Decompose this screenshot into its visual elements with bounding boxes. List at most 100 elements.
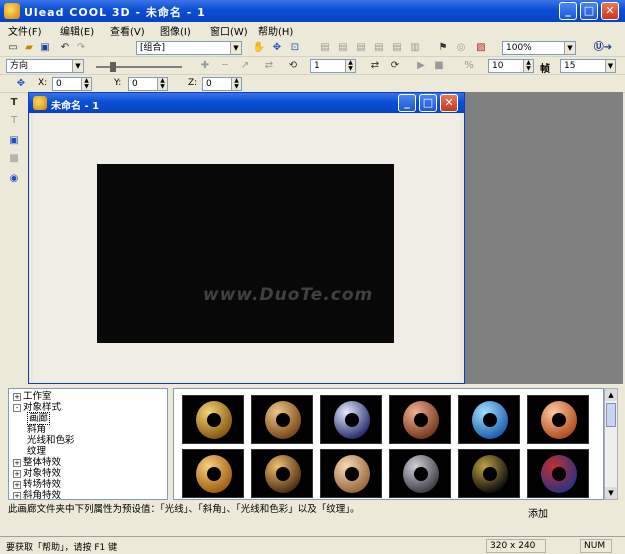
close-button[interactable]: ✕ xyxy=(601,2,619,20)
gallery-thumbnail-chrome-ring[interactable] xyxy=(320,395,382,444)
category-tree[interactable]: + 工作室 - 对象样式 画廊 斜角 光线和色彩 纹理 + 整体特效 + 对象特效 + 转场特效 + 斜角特效 xyxy=(8,388,168,501)
collapse-icon[interactable]: - xyxy=(13,403,21,412)
distribute-icon[interactable]: ▥ xyxy=(408,41,422,54)
slider-thumb[interactable] xyxy=(110,62,116,72)
position-icon[interactable]: ✥ xyxy=(14,77,28,90)
gallery-thumbnail-steel-ring[interactable] xyxy=(389,449,451,498)
z-stepper[interactable]: 0 ▲ ▼ xyxy=(202,77,242,91)
move-object-icon[interactable]: ✥ xyxy=(270,41,284,54)
status-bar: 要获取「帮助」，请按 F1 键 320 x 240 NUM xyxy=(0,536,625,554)
expand-icon[interactable]: + xyxy=(13,480,21,489)
minimize-button[interactable]: _ xyxy=(559,2,577,20)
gallery-thumbnail-amber-ring[interactable] xyxy=(182,449,244,498)
expand-icon[interactable]: + xyxy=(13,392,21,401)
gallery-thumbnail-dotted-ring[interactable] xyxy=(320,449,382,498)
expand-icon[interactable]: + xyxy=(13,458,21,467)
tree-item[interactable]: 光线和色彩 xyxy=(27,435,75,446)
doc-maximize-button[interactable]: □ xyxy=(419,94,437,112)
menu-help[interactable]: 帮助(H) xyxy=(258,23,293,38)
tree-item[interactable]: + 斜角特效 xyxy=(13,490,61,501)
edit-text-icon[interactable]: T xyxy=(7,114,21,127)
menu-view[interactable]: 查看(V) xyxy=(110,23,145,38)
gallery-thumbnail-copper-ring[interactable] xyxy=(389,395,451,444)
chevron-down-icon: ▼ xyxy=(605,60,615,72)
tree-item[interactable]: 斜角 xyxy=(27,424,46,435)
reverse-icon[interactable]: ⇄ xyxy=(262,59,276,72)
gallery-thumbnail-blue-ring[interactable] xyxy=(458,395,520,444)
doc-minimize-button[interactable]: _ xyxy=(398,94,416,112)
play-icon[interactable]: ▶ xyxy=(414,59,428,72)
spin-arrows-icon: ▲ ▼ xyxy=(345,60,355,72)
x-stepper[interactable]: 0 ▲ ▼ xyxy=(52,77,92,91)
frame-stepper[interactable]: 1 ▲ ▼ xyxy=(310,59,356,73)
remove-keyframe-icon[interactable]: ╌ xyxy=(218,59,232,72)
scroll-thumb[interactable] xyxy=(606,403,616,427)
select-icon[interactable]: ⊡ xyxy=(288,41,302,54)
align-center-icon[interactable]: ▤ xyxy=(336,41,350,54)
standard-toolbar: ▭ ▰ ▣ ↶ ↷ [组合] ▼ ✋ ✥ ⊡ ▤ ▤ ▤ ▤ ▤ ▥ ⚑ ◎ ▨… xyxy=(0,39,625,57)
fps-label: 帧 xyxy=(540,64,550,75)
swap-icon[interactable]: ⇄ xyxy=(368,59,382,72)
align-left-icon[interactable]: ▤ xyxy=(318,41,332,54)
stop-icon[interactable]: ■ xyxy=(432,59,446,72)
tree-item-label: 转场特效 xyxy=(23,479,62,490)
expand-icon[interactable]: + xyxy=(13,469,21,478)
expand-icon[interactable]: + xyxy=(13,491,21,500)
menu-edit[interactable]: 编辑(E) xyxy=(60,23,94,38)
open-folder-icon[interactable]: ▰ xyxy=(22,41,36,54)
value-a-stepper[interactable]: 10 ▲ ▼ xyxy=(488,59,534,73)
timeline-slider[interactable] xyxy=(96,59,182,73)
geometry-icon[interactable]: ◉ xyxy=(7,172,21,185)
direction-combo[interactable]: 方向 ▼ xyxy=(6,59,84,73)
scroll-down-icon[interactable]: ▼ xyxy=(605,487,617,499)
menu-image[interactable]: 图像(I) xyxy=(160,23,191,38)
tree-item[interactable]: 画廊 xyxy=(27,412,51,425)
gallery-thumbnail-patch-ring[interactable] xyxy=(527,449,589,498)
document-icon xyxy=(33,96,47,110)
value-b: 15 xyxy=(564,61,576,71)
align-top-icon[interactable]: ▤ xyxy=(372,41,386,54)
zoom-combo[interactable]: 100% ▼ xyxy=(502,41,576,55)
add-keyframe-icon[interactable]: ✚ xyxy=(198,59,212,72)
export-icon[interactable]: Ⓤ➔ xyxy=(588,41,618,54)
y-stepper[interactable]: 0 ▲ ▼ xyxy=(128,77,168,91)
insert-object-icon[interactable]: ▣ xyxy=(7,134,21,147)
doc-close-button[interactable]: ✕ xyxy=(440,94,458,112)
gallery-thumbnail-leopard-ring[interactable] xyxy=(251,449,313,498)
undo-icon[interactable]: ↶ xyxy=(58,41,72,54)
tree-item[interactable]: + 工作室 xyxy=(13,391,52,402)
save-icon[interactable]: ▣ xyxy=(38,41,52,54)
gallery-thumbnail-bronze-ring[interactable] xyxy=(251,395,313,444)
gallery-scrollbar[interactable]: ▲ ▼ xyxy=(604,388,618,500)
texture-icon[interactable]: ▨ xyxy=(474,41,488,54)
maximize-button[interactable]: □ xyxy=(580,2,598,20)
object-combo[interactable]: [组合] ▼ xyxy=(136,41,242,55)
menu-file[interactable]: 文件(F) xyxy=(8,23,42,38)
scroll-up-icon[interactable]: ▲ xyxy=(605,389,617,401)
text-tool-icon[interactable]: T xyxy=(7,96,21,109)
tree-item[interactable]: 纹理 xyxy=(27,446,46,457)
value-b-combo[interactable]: 15 ▼ xyxy=(560,59,616,73)
menu-window[interactable]: 窗口(W) xyxy=(210,23,248,38)
tree-item[interactable]: + 对象特效 xyxy=(13,468,61,479)
paint-icon[interactable]: ⚑ xyxy=(436,41,450,54)
align-right-icon[interactable]: ▤ xyxy=(354,41,368,54)
align-bottom-icon[interactable]: ▤ xyxy=(390,41,404,54)
redo-icon[interactable]: ↷ xyxy=(74,41,88,54)
gallery-thumbnail-starry-ring[interactable] xyxy=(458,449,520,498)
rotate-icon[interactable]: ⟳ xyxy=(388,59,402,72)
gallery-thumbnail-orange-ring[interactable] xyxy=(527,395,589,444)
bevel-icon[interactable]: ◎ xyxy=(454,41,468,54)
gallery-thumbnail-gold-ring[interactable] xyxy=(182,395,244,444)
tree-item[interactable]: + 转场特效 xyxy=(13,479,61,490)
tree-item-label: 纹理 xyxy=(27,446,47,457)
hand-icon[interactable]: ✋ xyxy=(252,41,266,54)
tree-item[interactable]: + 整体特效 xyxy=(13,457,61,468)
shape-tool-icon[interactable]: ▩ xyxy=(7,152,21,165)
keyframe-curve-icon[interactable]: ↗ xyxy=(238,59,252,72)
render-canvas[interactable] xyxy=(97,164,394,343)
percent-icon[interactable]: % xyxy=(462,59,476,72)
loop-icon[interactable]: ⟲ xyxy=(286,59,300,72)
add-button[interactable]: 添加 xyxy=(528,505,562,520)
new-file-icon[interactable]: ▭ xyxy=(6,41,20,54)
